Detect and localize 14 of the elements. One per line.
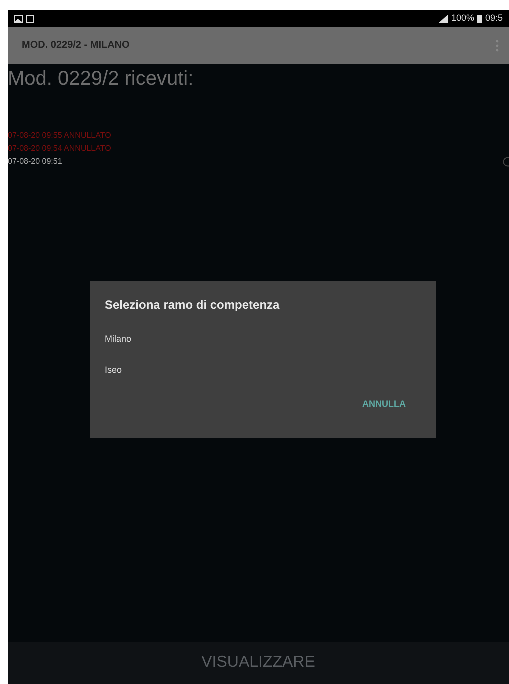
dialog-option[interactable]: Iseo	[105, 355, 421, 386]
visualizzare-button[interactable]: VISUALIZZARE	[8, 642, 509, 684]
image-icon	[14, 14, 23, 22]
app-title: MOD. 0229/2 - MILANO	[22, 39, 130, 53]
status-time: 09:5	[485, 12, 503, 25]
dialog-option[interactable]: Milano	[105, 324, 421, 355]
battery-icon	[477, 14, 482, 22]
page-heading: Mod. 0229/2 ricevuti:	[8, 67, 195, 91]
signal-icon	[439, 14, 448, 22]
dialog-title: Seleziona ramo di competenza	[105, 297, 281, 314]
screenshot-icon	[26, 14, 34, 22]
battery-percentage: 100%	[451, 12, 474, 25]
record-entry[interactable]: 07-08-20 09:51	[8, 156, 62, 168]
annulla-button[interactable]: ANNULLA	[362, 398, 406, 412]
